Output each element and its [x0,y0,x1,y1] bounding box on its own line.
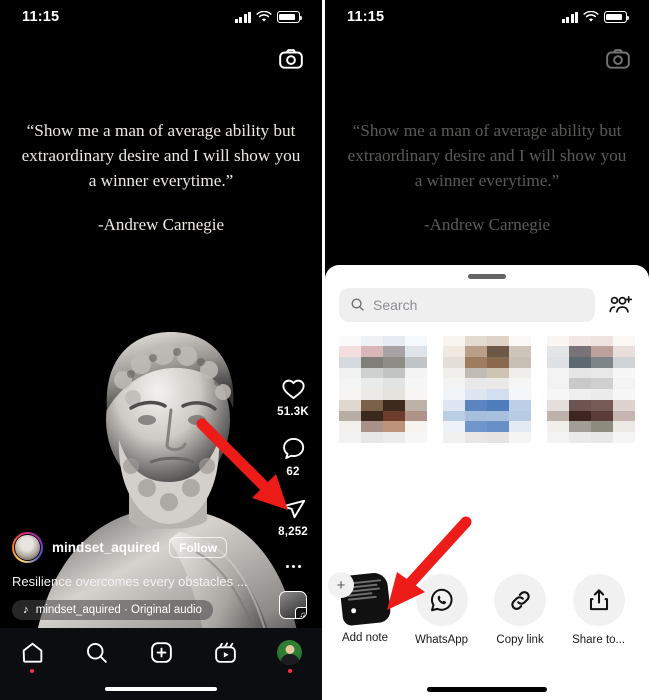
bottom-nav [0,628,322,700]
heart-icon [281,379,305,400]
like-button[interactable]: 51.3K [277,375,309,418]
post-info: mindset_aquired Follow Resilience overco… [12,532,260,620]
nav-item-search[interactable] [64,640,128,665]
left-phone-panel: 11:15 “Show me a man of average ability … [0,0,322,700]
audio-pill[interactable]: ♪ mindset_aquired · Original audio [12,600,213,620]
quote-block: “Show me a man of average ability but ex… [0,118,322,235]
share-option-label: Share to... [572,634,626,646]
battery-icon [277,11,303,23]
nav-item-profile[interactable] [258,640,322,673]
search-icon [87,643,107,663]
action-rail: 51.3K 62 8,252 ♫ [264,375,322,619]
home-indicator [105,686,217,691]
status-icons [561,11,630,23]
reels-icon [215,642,236,663]
nav-badge-home [30,669,35,673]
camera-icon[interactable] [605,46,631,72]
post-caption[interactable]: Resilience overcomes every obstacles ... [12,574,260,589]
search-row: Search [325,279,649,328]
comment-button[interactable]: 62 [280,435,307,478]
add-people-button[interactable] [605,290,635,320]
copy-link-button[interactable]: Copy link [494,574,547,646]
share-options-row: + Add note WhatsApp Copy link Share to..… [325,571,649,666]
share-count: 8,252 [278,526,308,538]
add-people-icon [609,295,632,313]
instagram-share-screen: “Show me a man of average ability but ex… [325,0,649,700]
search-icon [351,298,364,311]
share-button[interactable]: 8,252 [278,495,308,538]
right-phone-panel: “Show me a man of average ability but ex… [325,0,649,700]
status-bar: 11:15 [325,0,649,34]
comment-count: 62 [286,466,300,478]
whatsapp-icon [430,588,453,612]
screenshot-stage: 11:15 “Show me a man of average ability … [0,0,649,700]
share-option-label: Add note [341,632,389,644]
share-option-label: WhatsApp [415,634,469,646]
share-paperplane-icon [281,499,305,519]
quote-text: “Show me a man of average ability but ex… [21,121,301,190]
search-placeholder: Search [373,296,418,313]
share-up-icon [589,589,608,611]
audio-label: mindset_aquired · Original audio [35,604,202,616]
profile-avatar-icon [277,640,303,665]
nav-item-home[interactable] [0,640,64,673]
home-icon [22,642,42,663]
plus-square-icon [150,642,172,663]
follow-button[interactable]: Follow [169,537,228,558]
music-note-icon: ♪ [23,604,29,616]
wifi-icon [256,11,272,22]
share-option-label: Copy link [496,634,544,646]
status-time: 11:15 [22,9,60,25]
home-indicator [427,687,547,692]
nav-badge-profile [287,669,292,673]
nav-item-create[interactable] [129,640,193,665]
contact-tile[interactable] [443,335,531,443]
status-bar: 11:15 [0,0,322,34]
whatsapp-button[interactable]: WhatsApp [415,574,468,646]
music-note-icon: ♫ [295,607,306,618]
avatar[interactable] [12,532,43,563]
camera-icon[interactable] [278,46,304,72]
contact-grid [325,328,649,443]
wifi-icon [583,11,599,22]
status-icons [234,11,303,23]
contact-tile[interactable] [547,335,635,443]
plus-icon: + [328,572,354,598]
like-count: 51.3K [277,406,309,418]
audio-thumbnail-icon[interactable]: ♫ [279,591,307,619]
comment-icon [282,437,304,460]
battery-icon [604,11,630,23]
link-icon [510,590,530,610]
cellular-bars-icon [561,11,578,23]
username[interactable]: mindset_aquired [52,540,160,555]
status-time: 11:15 [347,9,385,25]
contact-tile[interactable] [339,335,427,443]
search-input[interactable]: Search [339,287,595,322]
instagram-reel-screen: 11:15 “Show me a man of average ability … [0,0,322,700]
more-options-icon[interactable] [282,555,304,577]
cellular-bars-icon [234,11,251,23]
share-sheet: Search + Add note WhatsApp Copy link Sha… [325,265,649,700]
share-to-button[interactable]: Share to... [572,574,625,646]
user-row: mindset_aquired Follow [12,532,260,563]
add-note-button[interactable]: + Add note [328,571,392,644]
nav-item-reels[interactable] [193,640,257,665]
